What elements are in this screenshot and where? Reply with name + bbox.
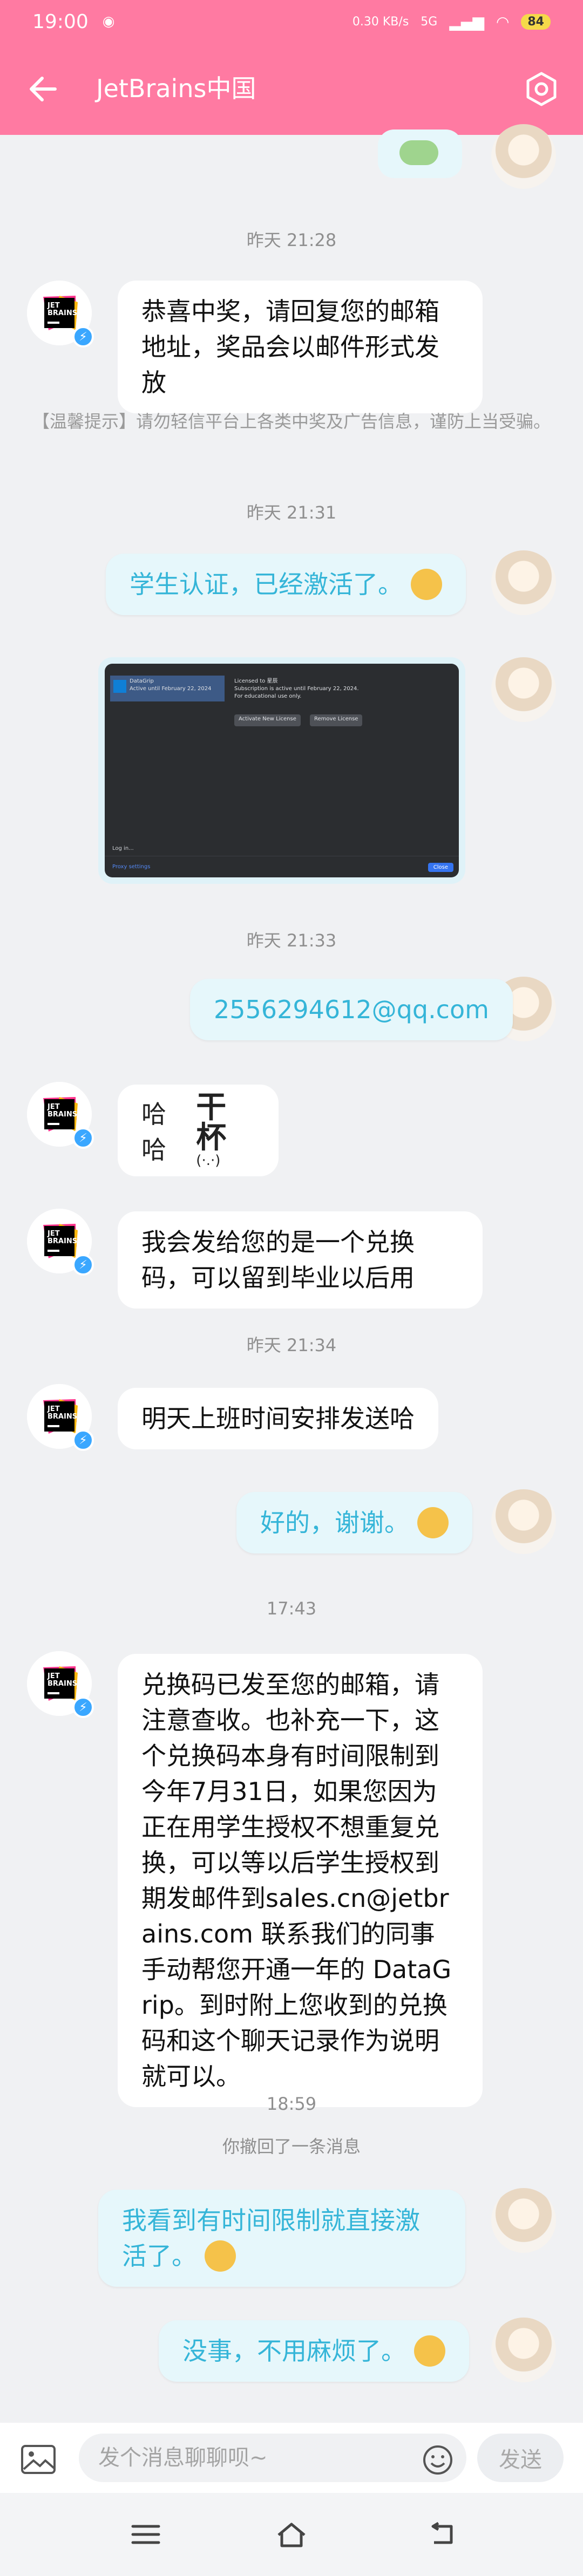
message-text: 我看到有时间限制就直接激活了。 bbox=[122, 2206, 420, 2271]
svg-text:BRAINS: BRAINS bbox=[48, 309, 77, 317]
battery-indicator: 84 bbox=[521, 13, 551, 30]
close-button: Close bbox=[428, 863, 453, 872]
message-bubble-sent[interactable]: 没事，不用麻烦了。 bbox=[159, 2320, 469, 2382]
product-icon bbox=[113, 680, 126, 693]
settings-gear-icon[interactable] bbox=[524, 71, 559, 107]
svg-text:JET: JET bbox=[47, 1103, 60, 1111]
license-screenshot: DataGrip Active until February 22, 2024 … bbox=[105, 664, 459, 877]
home-icon[interactable] bbox=[275, 2521, 308, 2548]
message-bubble-received[interactable]: 哈哈 干杯 (·.·) bbox=[118, 1085, 279, 1176]
svg-text:JET: JET bbox=[47, 302, 60, 310]
timestamp: 昨天 21:34 bbox=[246, 1335, 337, 1355]
product-name: DataGrip bbox=[130, 678, 154, 684]
emoji-picker-icon[interactable] bbox=[422, 2444, 453, 2476]
message-input[interactable] bbox=[79, 2434, 466, 2482]
activate-license-button: Activate New License bbox=[234, 714, 301, 726]
message-bubble-sent[interactable]: 我看到有时间限制就直接激活了。 bbox=[98, 2190, 465, 2287]
message-text: 好的，谢谢。 bbox=[260, 1508, 409, 1537]
licensed-to: Licensed to 星辰 bbox=[234, 678, 278, 684]
svg-text:BRAINS: BRAINS bbox=[48, 1110, 77, 1119]
message-text: 没事，不用麻烦了。 bbox=[182, 2336, 406, 2366]
my-avatar[interactable] bbox=[491, 124, 556, 189]
timestamp: 昨天 21:33 bbox=[246, 930, 337, 951]
message-bubble-sent[interactable]: 2556294612@qq.com bbox=[190, 979, 513, 1040]
network-type: 5G bbox=[421, 15, 438, 29]
verified-badge-icon: ⚡ bbox=[72, 1254, 94, 1276]
timestamp: 17:43 bbox=[266, 1598, 317, 1619]
image-message[interactable]: DataGrip Active until February 22, 2024 … bbox=[98, 657, 465, 884]
status-time: 19:00 bbox=[32, 10, 89, 33]
notification-icon: ◉ bbox=[102, 13, 115, 30]
message-bubble-received[interactable]: 兑换码已发至您的邮箱，请注意查收。也补充一下，这个兑换码本身有时间限制到今年7月… bbox=[118, 1654, 483, 2107]
doge-emoji-icon bbox=[413, 2335, 445, 2367]
proxy-link: Proxy settings bbox=[112, 864, 151, 870]
network-speed: 0.30 KB/s bbox=[352, 15, 409, 29]
doge-emoji-icon bbox=[410, 568, 442, 600]
svg-text:JET: JET bbox=[47, 1405, 60, 1413]
message-bubble-sent[interactable]: 好的，谢谢。 bbox=[236, 1492, 472, 1553]
cheers-sticker: 干杯 (·.·) bbox=[196, 1090, 227, 1169]
cheers-sticker-text: 干杯 bbox=[196, 1090, 227, 1155]
message-bubble-sent[interactable]: 学生认证，已经激活了。 bbox=[106, 554, 466, 615]
back-arrow-icon[interactable] bbox=[27, 73, 59, 105]
verified-badge-icon: ⚡ bbox=[72, 1127, 94, 1149]
svg-text:BRAINS: BRAINS bbox=[48, 1413, 77, 1421]
verified-badge-icon: ⚡ bbox=[72, 1696, 94, 1718]
jetbrains-avatar[interactable]: JET BRAINS ⚡ bbox=[27, 1651, 94, 1718]
message-input-bar: 发送 bbox=[0, 2423, 583, 2493]
message-text: 2556294612@qq.com bbox=[214, 995, 489, 1024]
jetbrains-avatar[interactable]: JET BRAINS ⚡ bbox=[27, 281, 94, 347]
timestamp: 18:59 bbox=[266, 2094, 317, 2114]
subscription-text: Subscription is active until February 22… bbox=[234, 686, 359, 692]
message-bubble-received[interactable]: 我会发给您的是一个兑换码，可以留到毕业以后用 bbox=[118, 1211, 483, 1309]
send-button[interactable]: 发送 bbox=[477, 2434, 564, 2482]
jetbrains-avatar[interactable]: JET BRAINS ⚡ bbox=[27, 1384, 94, 1451]
jetbrains-avatar[interactable]: JET BRAINS ⚡ bbox=[27, 1209, 94, 1276]
timestamp: 昨天 21:31 bbox=[246, 502, 337, 523]
my-avatar[interactable] bbox=[491, 2188, 556, 2253]
message-text: 明天上班时间安排发送哈 bbox=[141, 1404, 415, 1433]
my-avatar[interactable] bbox=[491, 2318, 556, 2382]
laughing-emoji-icon bbox=[204, 2240, 236, 2272]
my-avatar[interactable] bbox=[491, 657, 556, 722]
wifi-icon: ◠ bbox=[496, 12, 510, 31]
signal-icon: ▂▄▆ bbox=[449, 12, 484, 31]
message-bubble-received[interactable]: 恭喜中奖，请回复您的邮箱地址，奖品会以邮件形式发放 bbox=[118, 281, 483, 413]
edu-text: For educational use only. bbox=[234, 693, 302, 699]
shocked-emoji-icon bbox=[417, 1507, 449, 1538]
message-text: 我会发给您的是一个兑换码，可以留到毕业以后用 bbox=[141, 1228, 415, 1292]
product-sub: Active until February 22, 2024 bbox=[130, 686, 212, 692]
verified-badge-icon: ⚡ bbox=[72, 1429, 94, 1451]
system-navigation-bar bbox=[0, 2493, 583, 2576]
svg-text:BRAINS: BRAINS bbox=[48, 1680, 77, 1688]
status-right: 0.30 KB/s 5G ▂▄▆ ◠ 84 bbox=[352, 13, 551, 31]
page-title: JetBrains中国 bbox=[96, 74, 256, 103]
verified-badge-icon: ⚡ bbox=[72, 326, 94, 347]
login-link: Log in... bbox=[112, 846, 134, 851]
message-text: 学生认证，已经激活了。 bbox=[130, 570, 403, 599]
my-avatar[interactable] bbox=[491, 550, 556, 615]
back-icon[interactable] bbox=[426, 2521, 459, 2548]
message-text: 兑换码已发至您的邮箱，请注意查收。也补充一下，这个兑换码本身有时间限制到今年7月… bbox=[141, 1670, 452, 2091]
jetbrains-avatar[interactable]: JET BRAINS ⚡ bbox=[27, 1082, 94, 1149]
my-avatar[interactable] bbox=[491, 1489, 556, 1554]
status-bar: 19:00 ◉ 0.30 KB/s 5G ▂▄▆ ◠ 84 bbox=[0, 0, 583, 43]
message-text: 哈哈 bbox=[141, 1100, 166, 1164]
timestamp: 昨天 21:28 bbox=[246, 230, 337, 250]
message-text: 恭喜中奖，请回复您的邮箱地址，奖品会以邮件形式发放 bbox=[141, 297, 439, 397]
remove-license-button: Remove License bbox=[310, 714, 363, 726]
menu-icon[interactable] bbox=[130, 2521, 162, 2548]
svg-text:BRAINS: BRAINS bbox=[48, 1237, 77, 1245]
header-bar: JetBrains中国 bbox=[0, 43, 583, 135]
dialog-footer bbox=[105, 856, 459, 877]
svg-text:JET: JET bbox=[47, 1230, 60, 1238]
image-picker-icon[interactable] bbox=[21, 2444, 56, 2475]
recall-notice: 你撤回了一条消息 bbox=[222, 2136, 361, 2157]
svg-text:JET: JET bbox=[47, 1672, 60, 1680]
message-bubble-received[interactable]: 明天上班时间安排发送哈 bbox=[118, 1388, 438, 1449]
sticker-partial bbox=[378, 130, 462, 178]
warning-notice: 【温馨提示】请勿轻信平台上各类中奖及广告信息，谨防上当受骗。 bbox=[32, 411, 551, 432]
